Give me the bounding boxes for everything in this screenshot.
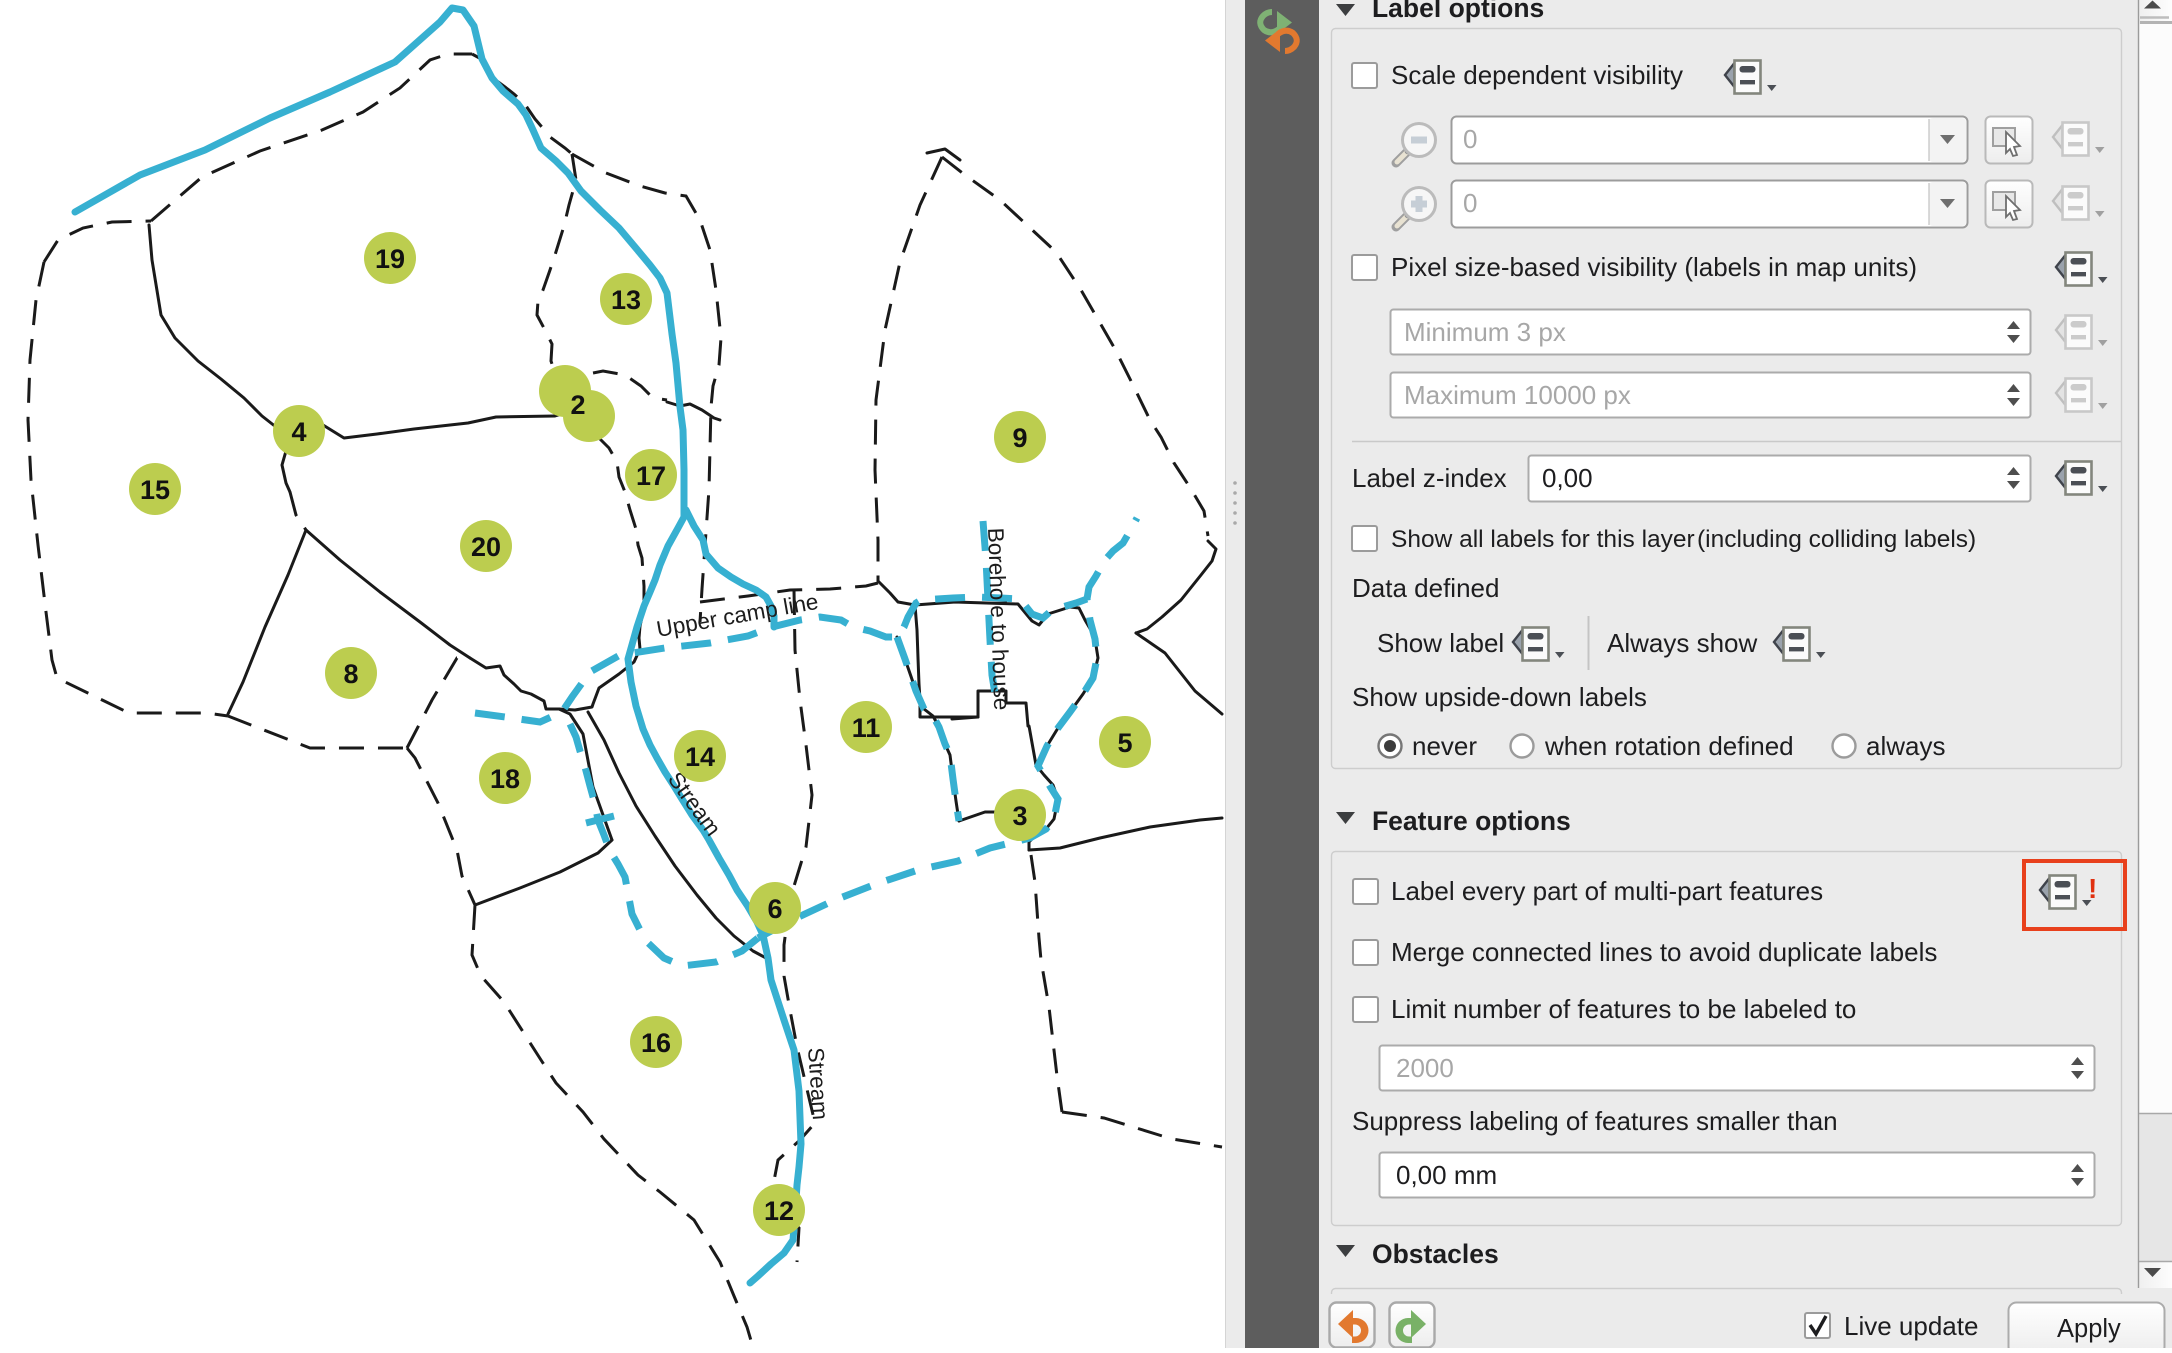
svg-text:Always show: Always show xyxy=(1607,628,1757,658)
svg-text:2000: 2000 xyxy=(1396,1053,1454,1083)
svg-text:5: 5 xyxy=(1117,728,1132,758)
svg-text:!: ! xyxy=(2088,873,2097,904)
svg-text:Label z-index: Label z-index xyxy=(1352,463,1507,493)
svg-text:Minimum 3 px: Minimum 3 px xyxy=(1404,317,1566,347)
svg-text:19: 19 xyxy=(375,244,405,274)
svg-text:Data defined: Data defined xyxy=(1352,573,1499,603)
svg-text:(including colliding labels): (including colliding labels) xyxy=(1697,526,1976,553)
svg-text:Merge connected lines to avoid: Merge connected lines to avoid duplicate… xyxy=(1391,937,1937,967)
svg-text:0,00 mm: 0,00 mm xyxy=(1396,1160,1497,1190)
svg-text:Scale dependent visibility: Scale dependent visibility xyxy=(1391,60,1683,90)
svg-text:when rotation defined: when rotation defined xyxy=(1544,731,1794,761)
svg-text:13: 13 xyxy=(611,285,641,315)
svg-text:Live update: Live update xyxy=(1844,1311,1978,1341)
svg-text:14: 14 xyxy=(685,742,715,772)
svg-text:9: 9 xyxy=(1012,423,1027,453)
svg-text:0,00: 0,00 xyxy=(1542,463,1593,493)
svg-text:Show label: Show label xyxy=(1377,628,1504,658)
svg-text:Show all labels for this layer: Show all labels for this layer xyxy=(1391,526,1695,553)
svg-text:Apply: Apply xyxy=(2057,1315,2121,1343)
svg-text:12: 12 xyxy=(764,1196,794,1226)
svg-text:Pixel size-based visibility (l: Pixel size-based visibility (labels in m… xyxy=(1391,252,1917,282)
svg-text:15: 15 xyxy=(140,475,170,505)
svg-text:2: 2 xyxy=(570,390,585,420)
svg-text:0: 0 xyxy=(1463,188,1477,218)
svg-text:6: 6 xyxy=(767,894,782,924)
svg-text:Obstacles: Obstacles xyxy=(1372,1239,1499,1269)
svg-text:8: 8 xyxy=(343,659,358,689)
svg-text:3: 3 xyxy=(1012,801,1027,831)
svg-text:11: 11 xyxy=(852,713,881,743)
svg-text:Label every part of multi-part: Label every part of multi-part features xyxy=(1391,876,1823,906)
svg-text:Stream: Stream xyxy=(803,1047,833,1121)
svg-text:Suppress labeling of features: Suppress labeling of features smaller th… xyxy=(1352,1106,1838,1136)
svg-text:Feature options: Feature options xyxy=(1372,806,1571,836)
svg-text:17: 17 xyxy=(636,461,666,491)
svg-text:Label options: Label options xyxy=(1372,0,1544,23)
svg-text:Maximum 10000 px: Maximum 10000 px xyxy=(1404,380,1631,410)
svg-text:20: 20 xyxy=(471,532,501,562)
svg-text:never: never xyxy=(1412,731,1477,761)
svg-text:16: 16 xyxy=(641,1028,671,1058)
svg-text:always: always xyxy=(1866,731,1945,761)
svg-text:4: 4 xyxy=(291,417,306,447)
svg-text:Show upside-down labels: Show upside-down labels xyxy=(1352,682,1647,712)
svg-text:Limit number of features to be: Limit number of features to be labeled t… xyxy=(1391,994,1856,1024)
svg-text:0: 0 xyxy=(1463,124,1477,154)
svg-text:18: 18 xyxy=(490,764,520,794)
